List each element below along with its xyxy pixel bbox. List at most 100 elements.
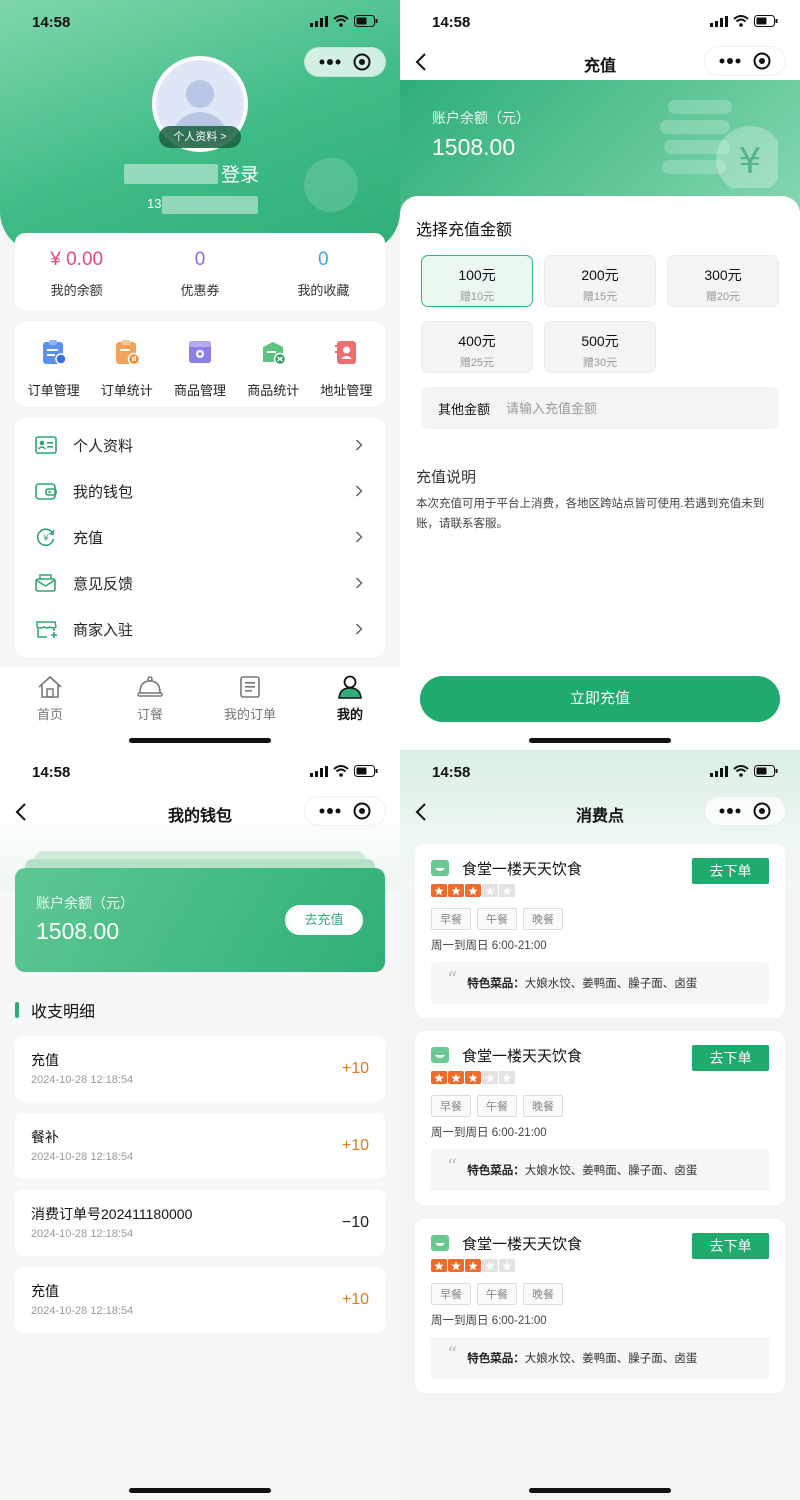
grid-order-manage[interactable]: 订单管理	[17, 322, 90, 406]
menu-item-wallet[interactable]: 我的钱包	[15, 468, 385, 514]
place-order-button[interactable]: 去下单	[692, 1233, 769, 1259]
chevron-right-icon	[355, 577, 363, 589]
ledger-record[interactable]: 消费订单号202411180000 2024-10-28 12:18:54 −1…	[15, 1190, 385, 1256]
more-icon[interactable]	[319, 59, 341, 65]
recharge-submit-button[interactable]: 立即充值	[420, 676, 780, 722]
special-label: 特色菜品：	[467, 1165, 525, 1177]
record-amount: +10	[341, 1291, 369, 1308]
place-order-button[interactable]: 去下单	[692, 858, 769, 884]
amount-option-400[interactable]: 400元 赠25元	[421, 321, 533, 373]
amount-gift: 赠15元	[582, 291, 618, 303]
login-label[interactable]: 登录	[221, 160, 259, 187]
more-icon[interactable]	[319, 808, 341, 814]
grid-product-stats[interactable]: 商品统计	[237, 322, 310, 406]
profile-link-tag[interactable]: 个人资料 >	[159, 126, 241, 148]
shop-name: 食堂一楼天天饮食	[462, 1236, 583, 1253]
ledger-record[interactable]: 餐补 2024-10-28 12:18:54 +10	[15, 1113, 385, 1179]
other-amount-label: 其他金额	[438, 401, 491, 417]
profile-card-icon	[35, 436, 57, 454]
stat-favorites[interactable]: 0 我的收藏	[262, 233, 385, 311]
wallet-screen: 14:58 我的钱包 账户余额（元） 1508.00 去充值 收支明细 充值 2…	[0, 750, 400, 1500]
ledger-record[interactable]: 充值 2024-10-28 12:18:54 +10	[15, 1267, 385, 1333]
battery-icon	[754, 765, 778, 777]
shop-name: 食堂一楼天天饮食	[462, 861, 583, 878]
amount-option-300[interactable]: 300元 赠20元	[667, 255, 779, 307]
choose-amount-title: 选择充值金额	[416, 222, 513, 239]
rating-stars	[431, 1259, 515, 1272]
grid-label: 商品管理	[174, 383, 227, 398]
stat-balance[interactable]: ¥ 0.00 我的余额	[15, 233, 138, 311]
other-amount-input[interactable]	[506, 400, 727, 416]
meal-tags: 早餐 午餐 晚餐	[431, 908, 563, 930]
special-dishes: “ 特色菜品： 大娘水饺、姜鸭面、臊子面、卤蛋	[431, 1149, 769, 1191]
status-bar: 14:58	[0, 0, 400, 44]
miniapp-capsule[interactable]	[704, 796, 786, 826]
close-target-icon[interactable]	[753, 52, 771, 70]
star-filled-icon	[465, 1259, 481, 1272]
balance-value: 1508.00	[432, 134, 516, 160]
meal-tag: 午餐	[477, 908, 517, 930]
menu-label: 充值	[73, 529, 104, 547]
chevron-right-icon	[355, 485, 363, 497]
section-accent-bar	[15, 1002, 19, 1018]
grid-label: 订单管理	[27, 383, 80, 398]
chevron-right-icon	[355, 439, 363, 451]
merchant-icon	[36, 621, 57, 638]
special-dishes: “ 特色菜品： 大娘水饺、姜鸭面、臊子面、卤蛋	[431, 962, 769, 1004]
menu-item-profile[interactable]: 个人资料	[15, 422, 385, 468]
quote-icon: “	[447, 1342, 458, 1366]
close-target-icon[interactable]	[753, 802, 771, 820]
go-recharge-button[interactable]: 去充值	[285, 905, 363, 935]
shop-card[interactable]: 食堂一楼天天饮食 去下单 早餐 午餐 晚餐 周一到周日 6:00-21:00 “…	[415, 844, 785, 1018]
quote-icon: “	[447, 967, 458, 991]
meal-tag: 晚餐	[523, 1095, 563, 1117]
close-target-icon[interactable]	[353, 53, 371, 71]
miniapp-capsule[interactable]	[304, 796, 386, 826]
tab-home[interactable]: 首页	[0, 667, 100, 750]
bowl-icon	[431, 860, 449, 876]
grid-product-manage[interactable]: 商品管理	[163, 322, 236, 406]
battery-icon	[354, 15, 378, 27]
menu-item-recharge[interactable]: ¥ 充值	[15, 514, 385, 560]
record-date: 2024-10-28 12:18:54	[31, 1305, 134, 1317]
grid-order-stats[interactable]: 订单统计	[90, 322, 163, 406]
status-time: 14:58	[432, 764, 471, 781]
chevron-right-icon	[355, 531, 363, 543]
grid-address-manage[interactable]: 地址管理	[310, 322, 383, 406]
meal-tag: 早餐	[431, 908, 471, 930]
amount-option-500[interactable]: 500元 赠30元	[544, 321, 656, 373]
special-label: 特色菜品：	[467, 978, 525, 990]
more-icon[interactable]	[719, 808, 741, 814]
more-icon[interactable]	[719, 58, 741, 64]
name-blurred	[124, 164, 218, 184]
bowl-icon	[431, 1235, 449, 1251]
miniapp-capsule[interactable]	[704, 46, 786, 76]
miniapp-capsule[interactable]	[304, 47, 386, 77]
wallet-icon	[35, 483, 57, 500]
menu-item-merchant[interactable]: 商家入驻	[15, 606, 385, 652]
bowl-icon	[431, 1047, 449, 1063]
wifi-icon	[733, 765, 749, 777]
record-title: 充值	[31, 1052, 59, 1068]
place-order-button[interactable]: 去下单	[692, 1045, 769, 1071]
stat-label: 优惠券	[180, 283, 220, 298]
stat-label: 我的收藏	[297, 283, 350, 298]
recharge-icon: ¥	[36, 528, 55, 547]
close-target-icon[interactable]	[353, 802, 371, 820]
amount-option-100[interactable]: 100元 赠10元	[421, 255, 533, 307]
special-dishes: “ 特色菜品： 大娘水饺、姜鸭面、臊子面、卤蛋	[431, 1337, 769, 1379]
ledger-record[interactable]: 充值 2024-10-28 12:18:54 +10	[15, 1036, 385, 1102]
stat-coupons[interactable]: 0 优惠券	[138, 233, 261, 311]
orders-doc-icon	[240, 676, 260, 698]
balance-label: 账户余额（元）	[36, 895, 134, 911]
tab-label: 订餐	[136, 707, 163, 722]
menu-item-feedback[interactable]: 意见反馈	[15, 560, 385, 606]
grid-label: 地址管理	[320, 383, 373, 398]
wifi-icon	[733, 15, 749, 27]
shop-card[interactable]: 食堂一楼天天饮食 去下单 早餐 午餐 晚餐 周一到周日 6:00-21:00 “…	[415, 1219, 785, 1393]
amount-option-200[interactable]: 200元 赠15元	[544, 255, 656, 307]
shop-card[interactable]: 食堂一楼天天饮食 去下单 早餐 午餐 晚餐 周一到周日 6:00-21:00 “…	[415, 1031, 785, 1205]
product-stats-icon	[263, 342, 287, 366]
meal-tags: 早餐 午餐 晚餐	[431, 1095, 563, 1117]
tab-mine[interactable]: 我的	[300, 667, 400, 750]
